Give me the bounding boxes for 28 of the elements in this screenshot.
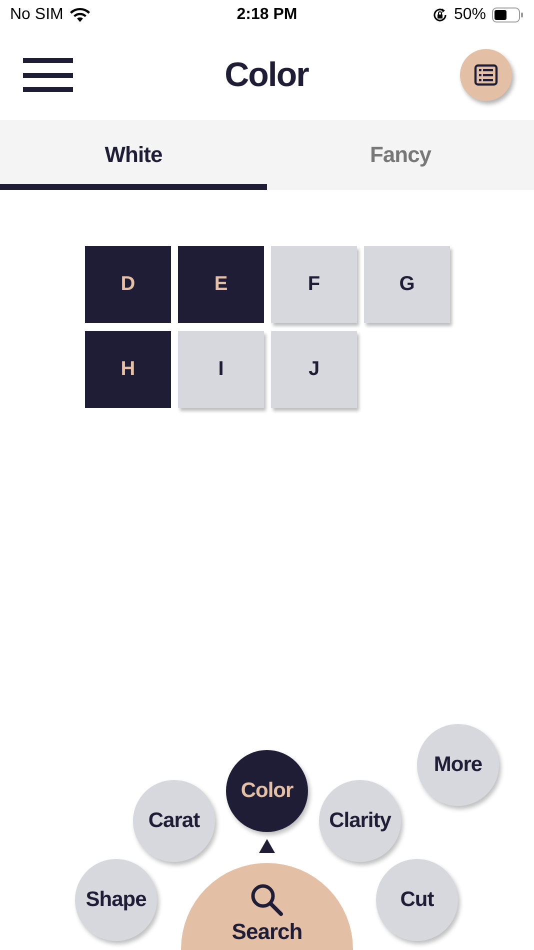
list-icon	[474, 64, 498, 86]
color-grade-tile[interactable]: F	[271, 246, 357, 323]
color-grade-tile[interactable]: D	[85, 246, 171, 323]
battery-icon	[492, 7, 524, 23]
wifi-icon	[69, 7, 92, 23]
tab[interactable]: White	[0, 120, 267, 190]
list-button[interactable]	[460, 49, 512, 101]
pointer-icon	[259, 839, 275, 853]
page-title: Color	[224, 56, 308, 94]
color-grade-tile[interactable]: E	[178, 246, 264, 323]
menu-icon[interactable]	[23, 58, 73, 92]
filter-menu-button[interactable]: More	[417, 724, 499, 806]
color-grade-tile[interactable]: G	[364, 246, 450, 323]
carrier-text: No SIM	[10, 6, 64, 24]
battery-text: 50%	[454, 6, 486, 24]
filter-menu-button[interactable]: Clarity	[319, 780, 401, 862]
color-grade-tile[interactable]: H	[85, 331, 171, 408]
tab[interactable]: Fancy	[267, 120, 534, 190]
filter-menu-button[interactable]: Cut	[376, 859, 458, 941]
search-icon	[250, 883, 284, 917]
search-button[interactable]: Search	[181, 863, 353, 950]
rotation-lock-icon	[432, 7, 448, 23]
color-grade-tile[interactable]: I	[178, 331, 264, 408]
filter-menu-button[interactable]: Color	[226, 750, 308, 832]
filter-menu-button[interactable]: Carat	[133, 780, 215, 862]
clock-text: 2:18 PM	[236, 6, 298, 24]
filter-menu-button[interactable]: Shape	[75, 859, 157, 941]
color-grade-tile[interactable]: J	[271, 331, 357, 408]
